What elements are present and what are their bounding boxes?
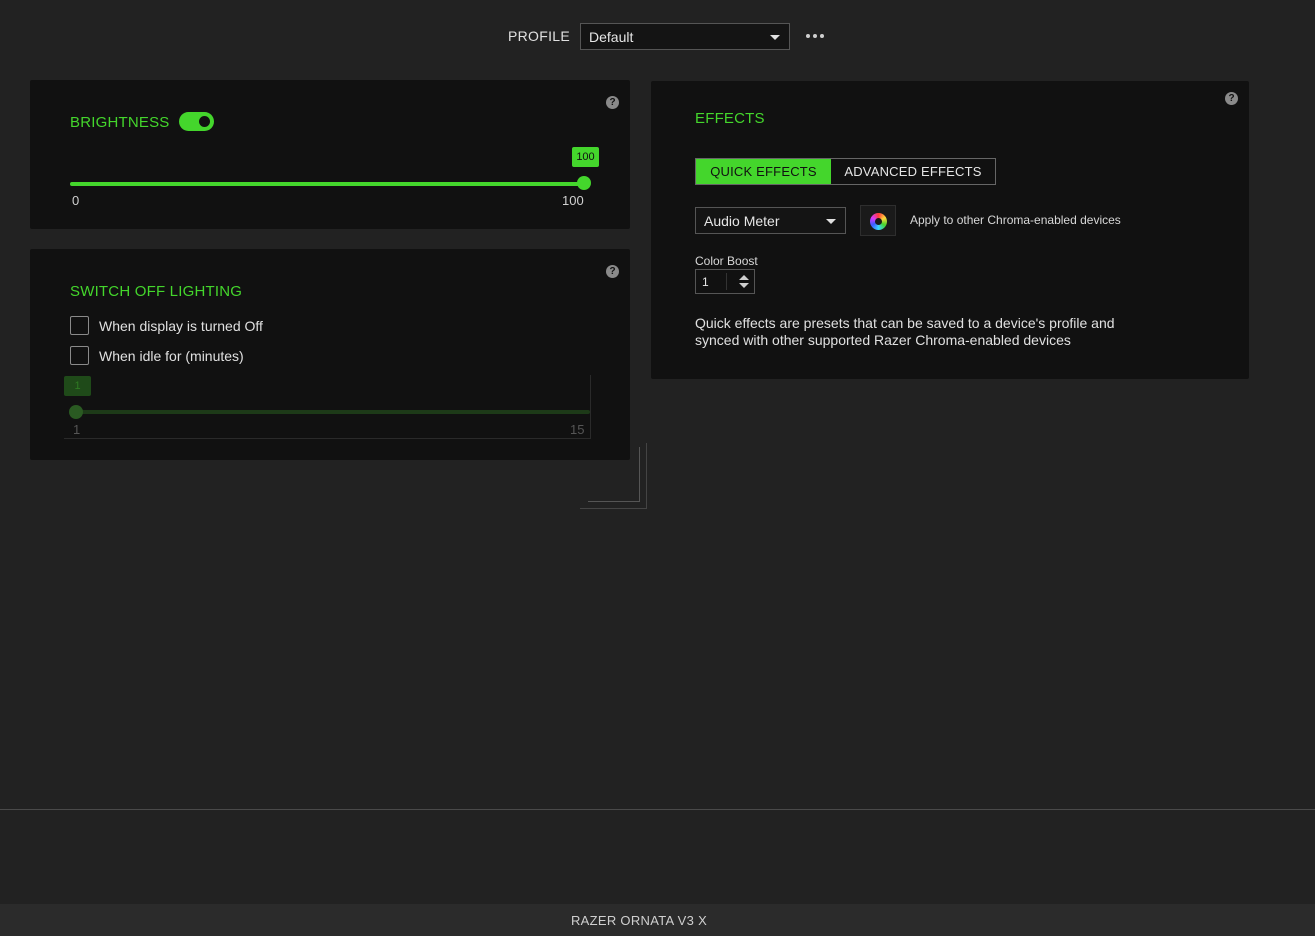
more-options-icon[interactable] bbox=[806, 30, 824, 42]
brightness-title: BRIGHTNESS bbox=[70, 114, 170, 131]
footer-divider bbox=[0, 809, 1315, 810]
color-boost-label: Color Boost bbox=[695, 254, 758, 268]
profile-label: PROFILE bbox=[508, 28, 571, 44]
brightness-min-label: 0 bbox=[72, 193, 80, 208]
brightness-toggle[interactable] bbox=[179, 112, 214, 131]
resize-corner-inner bbox=[588, 447, 640, 502]
idle-max-label: 15 bbox=[570, 422, 585, 437]
idle-slider-frame bbox=[64, 375, 591, 439]
display-off-checkbox[interactable] bbox=[70, 316, 89, 335]
chevron-down-icon bbox=[826, 219, 836, 224]
switch-off-title: SWITCH OFF LIGHTING bbox=[70, 283, 243, 300]
idle-label: When idle for (minutes) bbox=[99, 348, 244, 364]
effects-tabs: QUICK EFFECTS ADVANCED EFFECTS bbox=[695, 158, 996, 185]
color-boost-stepper[interactable]: 1 bbox=[695, 269, 755, 294]
idle-checkbox[interactable] bbox=[70, 346, 89, 365]
synapse-window: PROFILE Default ? BRIGHTNESS 100 0 100 ?… bbox=[0, 0, 1315, 936]
chroma-wheel-icon bbox=[870, 213, 887, 230]
device-name: RAZER ORNATA V3 X bbox=[570, 913, 708, 928]
profile-dropdown[interactable]: Default bbox=[580, 23, 790, 50]
stepper-divider bbox=[726, 273, 727, 290]
brightness-slider-thumb[interactable] bbox=[577, 176, 591, 190]
help-icon[interactable]: ? bbox=[1225, 92, 1238, 105]
idle-min-label: 1 bbox=[73, 422, 81, 437]
display-off-label: When display is turned Off bbox=[99, 318, 263, 334]
brightness-max-label: 100 bbox=[562, 193, 584, 208]
apply-chroma-label: Apply to other Chroma-enabled devices bbox=[910, 213, 1121, 227]
brightness-value-badge: 100 bbox=[572, 147, 599, 167]
chroma-apply-button[interactable] bbox=[860, 205, 896, 236]
color-boost-value: 1 bbox=[702, 275, 709, 289]
effect-selected-value: Audio Meter bbox=[704, 213, 780, 229]
effects-title: EFFECTS bbox=[695, 110, 765, 127]
profile-selected-value: Default bbox=[589, 29, 634, 45]
tab-quick-effects[interactable]: QUICK EFFECTS bbox=[696, 159, 831, 184]
brightness-panel: ? bbox=[30, 80, 630, 229]
brightness-slider-track[interactable] bbox=[70, 182, 585, 186]
tab-advanced-effects[interactable]: ADVANCED EFFECTS bbox=[831, 159, 995, 184]
help-icon[interactable]: ? bbox=[606, 96, 619, 109]
chevron-down-icon bbox=[770, 35, 780, 40]
stepper-up-icon[interactable] bbox=[739, 275, 749, 280]
toggle-knob bbox=[197, 114, 212, 129]
effects-description: Quick effects are presets that can be sa… bbox=[695, 315, 1115, 348]
effect-dropdown[interactable]: Audio Meter bbox=[695, 207, 846, 234]
stepper-down-icon[interactable] bbox=[739, 283, 749, 288]
help-icon[interactable]: ? bbox=[606, 265, 619, 278]
